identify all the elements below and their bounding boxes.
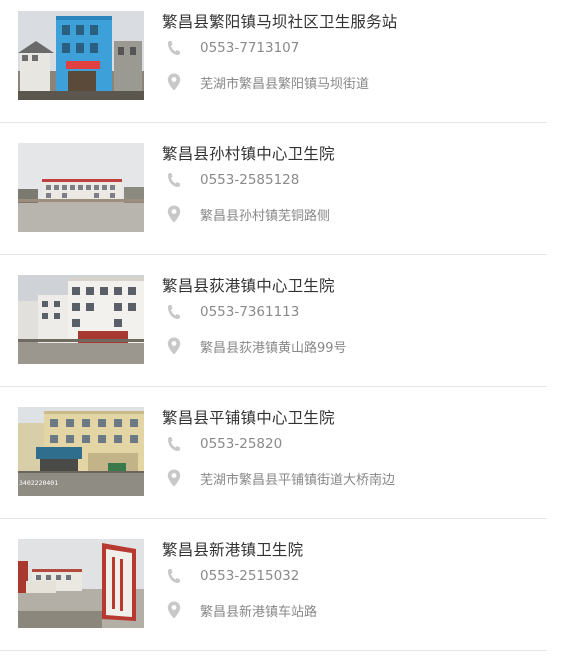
phone-row[interactable]: 0553-2585128 [166,170,299,190]
phone-number[interactable]: 0553-7713107 [200,40,299,56]
clinic-name[interactable]: 繁昌县新港镇卫生院 [162,538,303,560]
address-row[interactable]: 繁昌县孙村镇芜铜路侧 [166,204,330,224]
clinic-photo-image [18,539,144,628]
address-text: 繁昌县新港镇车站路 [200,604,318,620]
phone-number[interactable]: 0553-2585128 [200,172,299,188]
address-row[interactable]: 繁昌县新港镇车站路 [166,600,317,620]
phone-icon [166,435,182,453]
phone-number[interactable]: 0553-7361113 [200,304,299,320]
address-row[interactable]: 芜湖市繁昌县平铺镇街道大桥南边 [166,468,395,488]
clinic-name[interactable]: 繁昌县平铺镇中心卫生院 [162,406,335,428]
clinic-name[interactable]: 繁昌县孙村镇中心卫生院 [162,142,335,164]
clinic-name[interactable]: 繁昌县荻港镇中心卫生院 [162,274,335,296]
map-pin-icon [166,601,182,619]
phone-icon [166,567,182,585]
divider [0,386,547,387]
list-item[interactable]: 3402220401 繁昌县平铺镇中心卫生院 0553-25820 芜湖市繁昌县… [0,396,577,528]
clinic-photo[interactable] [18,539,144,628]
address-text: 繁昌县荻港镇黄山路99号 [200,340,347,356]
clinic-photo-image [18,11,144,100]
clinic-photo[interactable]: 3402220401 [18,407,144,496]
address-row[interactable]: 芜湖市繁昌县繁阳镇马坝街道 [166,72,369,92]
photo-caption: 3402220401 [19,479,59,487]
clinic-list: 繁昌县繁阳镇马坝社区卫生服务站 0553-7713107 芜湖市繁昌县繁阳镇马坝… [0,0,577,660]
phone-row[interactable]: 0553-7361113 [166,302,299,322]
phone-icon [166,171,182,189]
phone-icon [166,39,182,57]
phone-row[interactable]: 0553-2515032 [166,566,299,586]
address-text: 芜湖市繁昌县平铺镇街道大桥南边 [200,472,396,488]
list-item[interactable]: 繁昌县荻港镇中心卫生院 0553-7361113 繁昌县荻港镇黄山路99号 [0,264,577,396]
phone-number[interactable]: 0553-2515032 [200,568,299,584]
list-item[interactable]: 繁昌县繁阳镇马坝社区卫生服务站 0553-7713107 芜湖市繁昌县繁阳镇马坝… [0,0,577,132]
list-item[interactable]: 繁昌县孙村镇中心卫生院 0553-2585128 繁昌县孙村镇芜铜路侧 [0,132,577,264]
clinic-photo[interactable] [18,11,144,100]
map-pin-icon [166,337,182,355]
phone-icon [166,303,182,321]
address-row[interactable]: 繁昌县荻港镇黄山路99号 [166,336,347,356]
clinic-photo-image [18,143,144,232]
clinic-photo[interactable] [18,275,144,364]
phone-row[interactable]: 0553-25820 [166,434,282,454]
clinic-name[interactable]: 繁昌县繁阳镇马坝社区卫生服务站 [162,10,398,32]
list-item[interactable]: 繁昌县新港镇卫生院 0553-2515032 繁昌县新港镇车站路 [0,528,577,660]
map-pin-icon [166,205,182,223]
divider [0,650,547,651]
address-text: 繁昌县孙村镇芜铜路侧 [200,208,331,224]
divider [0,518,547,519]
phone-row[interactable]: 0553-7713107 [166,38,299,58]
clinic-photo-image [18,275,144,364]
clinic-photo[interactable] [18,143,144,232]
map-pin-icon [166,73,182,91]
map-pin-icon [166,469,182,487]
phone-number[interactable]: 0553-25820 [200,436,282,452]
address-text: 芜湖市繁昌县繁阳镇马坝街道 [200,76,370,92]
divider [0,122,547,123]
divider [0,254,547,255]
